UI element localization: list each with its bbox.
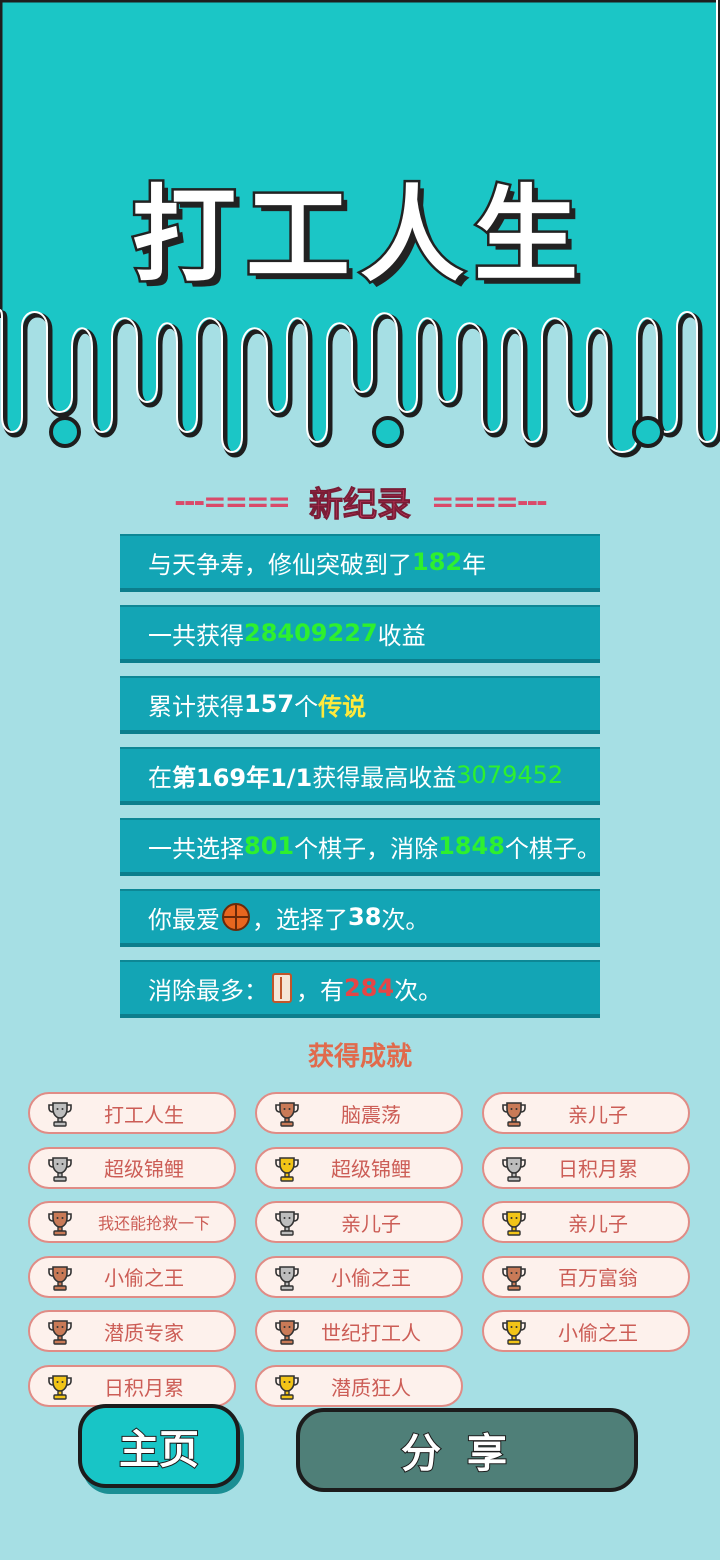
stat-legends: 累计获得 157 个传说	[120, 676, 600, 734]
achievement-badge: 我还能抢救一下	[28, 1201, 236, 1244]
trophy-icon	[275, 1320, 299, 1346]
trophy-icon	[502, 1156, 526, 1182]
achievement-badge: 小偷之王	[482, 1310, 690, 1353]
game-title: 打工人生	[129, 172, 588, 299]
trophy-icon	[275, 1265, 299, 1291]
achievement-badge: 超级锦鲤	[255, 1146, 463, 1189]
stat-max-income: 在 第169年1/1 获得最高收益 3079452	[120, 747, 600, 805]
trophy-icon	[275, 1375, 299, 1400]
trophy-icon	[48, 1211, 72, 1236]
achievement-badge: 潜质专家	[28, 1310, 236, 1353]
achievement-badge: 日积月累	[28, 1365, 236, 1407]
trophy-icon	[275, 1156, 299, 1182]
achievement-badge: 世纪打工人	[255, 1310, 463, 1353]
home-button[interactable]: 主页	[78, 1404, 240, 1488]
record-left-dashes: ---====	[174, 484, 291, 518]
record-right-dashes: ====---	[431, 484, 548, 518]
stat-cultivation-years: 与天争寿，修仙突破到了 182 年	[120, 534, 600, 592]
trophy-icon	[275, 1102, 299, 1127]
trophy-icon	[502, 1211, 526, 1236]
achievement-badge: 亲儿子	[482, 1092, 690, 1134]
achievements-title: 获得成就	[307, 1042, 412, 1072]
trophy-icon	[502, 1265, 526, 1291]
trophy-icon	[48, 1102, 72, 1127]
achievement-badge: 百万富翁	[482, 1255, 690, 1298]
stat-total-income: 一共获得 28409227 收益	[120, 605, 600, 663]
achievement-badge: 潜质狂人	[255, 1365, 463, 1407]
achievement-badge: 超级锦鲤	[28, 1146, 236, 1189]
new-record-header: ---==== 新纪录 ====---	[100, 480, 620, 525]
trophy-icon	[275, 1211, 299, 1236]
achievement-badge: 亲儿子	[482, 1201, 690, 1244]
stat-most-removed: 消除最多： ，有 284 次。	[120, 960, 600, 1018]
trophy-icon	[48, 1320, 72, 1346]
trophy-icon	[502, 1102, 526, 1127]
achievement-badge: 日积月累	[482, 1146, 690, 1189]
share-button[interactable]: 分享	[296, 1408, 638, 1492]
trophy-icon	[502, 1320, 526, 1346]
trophy-icon	[48, 1375, 72, 1400]
stat-pieces: 一共选择 801 个棋子，消除 1848 个棋子。	[120, 818, 601, 876]
trophy-icon	[48, 1156, 72, 1182]
trophy-icon	[48, 1265, 72, 1291]
achievement-badge: 亲儿子	[255, 1201, 463, 1244]
achievement-badge: 小偷之王	[28, 1255, 236, 1298]
basketball-icon	[222, 903, 250, 931]
stat-favorite: 你最爱 ，选择了 38 次。	[120, 889, 600, 947]
fridge-icon	[272, 973, 292, 1003]
achievement-badge: 小偷之王	[255, 1255, 463, 1298]
achievement-badge: 打工人生	[28, 1092, 236, 1134]
new-record-title: 新纪录	[309, 484, 412, 525]
achievement-badge: 脑震荡	[255, 1092, 463, 1134]
